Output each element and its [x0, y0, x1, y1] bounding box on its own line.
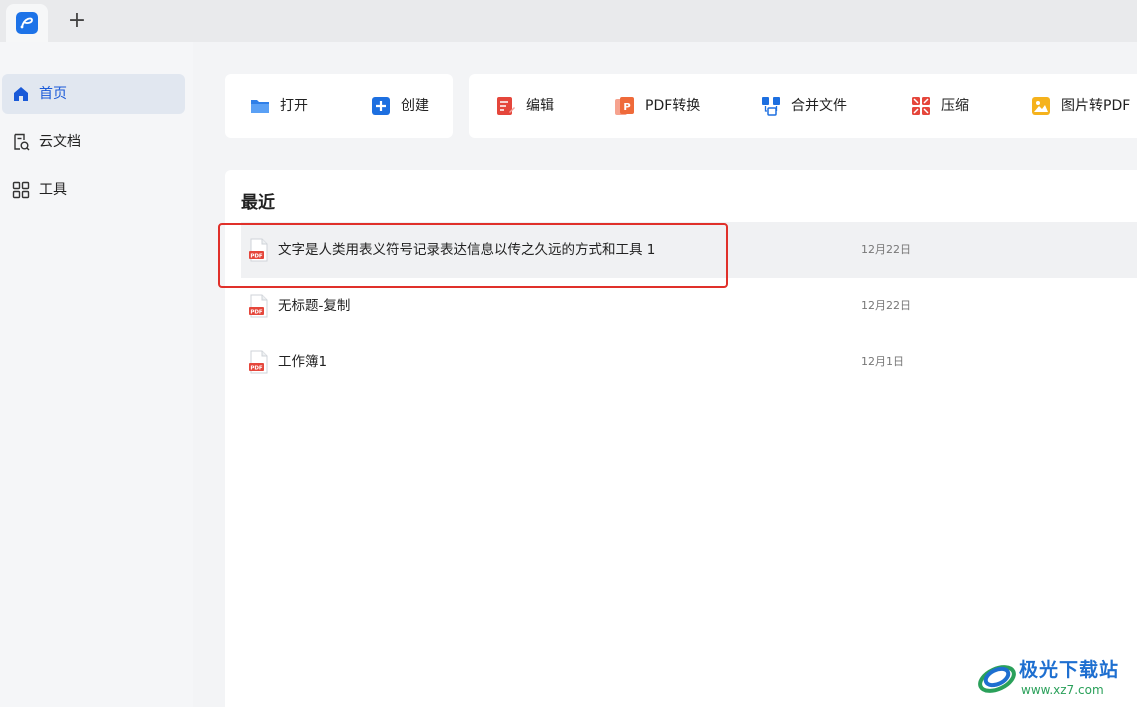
file-actions-card: 打开 创建 [225, 74, 453, 138]
compress-icon [912, 97, 930, 115]
svg-text:P: P [623, 102, 630, 113]
plus-square-icon [372, 97, 390, 115]
tools-card: 编辑 P PDF转换 合并文件 压缩 图片转PDF [469, 74, 1137, 138]
recent-files-panel: 最近 PDF 文字是人类用表义符号记录表达信息以传之久远的方式和工具 1 12月… [225, 170, 1137, 707]
recent-file-row[interactable]: PDF 工作簿1 12月1日 [241, 334, 1137, 390]
tools-grid-icon [12, 181, 30, 199]
compress-button[interactable]: 压缩 [911, 94, 981, 118]
add-tab-button[interactable]: + [66, 10, 88, 32]
pdf-convert-button[interactable]: P PDF转换 [615, 94, 715, 118]
watermark-name: 极光下载站 [1019, 659, 1120, 681]
svg-text:PDF: PDF [250, 253, 263, 259]
compress-label: 压缩 [941, 98, 969, 114]
create-button[interactable]: 创建 [371, 94, 441, 118]
file-name: 无标题-复制 [278, 298, 351, 314]
file-date: 12月22日 [861, 243, 911, 256]
app-logo-icon [16, 12, 38, 34]
tab-bar: + [0, 0, 1137, 42]
sidebar: 首页 云文档 工具 [0, 42, 193, 707]
sidebar-item-cloud-docs[interactable]: 云文档 [2, 122, 185, 162]
sidebar-item-home[interactable]: 首页 [2, 74, 185, 114]
main-content: 打开 创建 编辑 P PDF转换 合并文件 压缩 图片转PDF 最近 PDF 文… [193, 42, 1137, 707]
sidebar-item-tools[interactable]: 工具 [2, 170, 185, 210]
recent-file-row[interactable]: PDF 文字是人类用表义符号记录表达信息以传之久远的方式和工具 1 12月22日 [241, 222, 1137, 278]
sidebar-item-label: 工具 [39, 182, 67, 198]
edit-doc-icon [497, 97, 515, 115]
svg-text:PDF: PDF [250, 365, 263, 371]
watermark-url: www.xz7.com [1021, 683, 1104, 697]
pdf-convert-label: PDF转换 [645, 98, 701, 114]
pdf-file-icon: PDF [249, 350, 268, 374]
merge-files-button[interactable]: 合并文件 [761, 94, 861, 118]
image-to-pdf-label: 图片转PDF [1061, 98, 1131, 114]
file-name: 文字是人类用表义符号记录表达信息以传之久远的方式和工具 1 [278, 242, 656, 258]
edit-label: 编辑 [526, 98, 554, 114]
recent-title: 最近 [241, 193, 275, 213]
open-button[interactable]: 打开 [250, 94, 320, 118]
watermark-logo-icon [978, 665, 1016, 693]
watermark: 极光下载站 www.xz7.com [975, 655, 1135, 701]
file-date: 12月22日 [861, 299, 911, 312]
pdf-convert-icon: P [615, 97, 634, 115]
merge-files-icon [762, 97, 780, 116]
recent-file-row[interactable]: PDF 无标题-复制 12月22日 [241, 278, 1137, 334]
pdf-file-icon: PDF [249, 294, 268, 318]
app-home-tab[interactable] [6, 4, 48, 42]
sidebar-item-label: 首页 [39, 86, 67, 102]
file-date: 12月1日 [861, 355, 904, 368]
file-name: 工作簿1 [278, 354, 328, 370]
create-label: 创建 [401, 98, 429, 114]
image-to-pdf-button[interactable]: 图片转PDF [1031, 94, 1137, 118]
sidebar-item-label: 云文档 [39, 134, 81, 150]
pdf-file-icon: PDF [249, 238, 268, 262]
folder-open-icon [251, 100, 269, 113]
open-label: 打开 [280, 98, 308, 114]
edit-button[interactable]: 编辑 [496, 94, 566, 118]
cloud-doc-icon [14, 133, 30, 151]
image-to-pdf-icon [1032, 97, 1050, 115]
svg-text:PDF: PDF [250, 309, 263, 315]
home-icon [14, 87, 28, 101]
merge-files-label: 合并文件 [791, 98, 847, 114]
